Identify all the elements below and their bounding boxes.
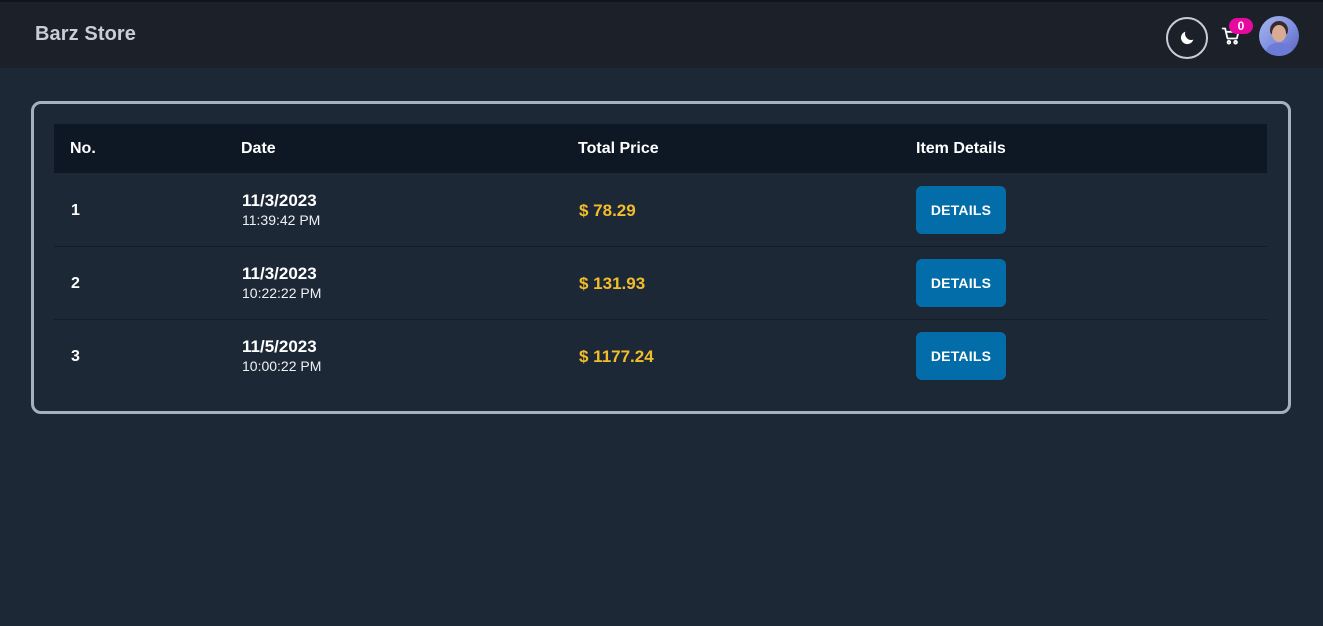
order-total-price: $ 131.93: [579, 274, 646, 293]
order-date: 11/5/2023 10:00:22 PM: [242, 337, 321, 375]
moon-icon: [1180, 31, 1194, 45]
order-time-value: 10:00:22 PM: [242, 358, 322, 374]
column-header-date: Date: [241, 140, 276, 157]
order-date: 11/3/2023 11:39:42 PM: [242, 191, 320, 229]
order-number: 2: [71, 275, 80, 292]
cart-count-badge: 0: [1229, 18, 1253, 34]
column-header-item-details: Item Details: [916, 140, 1006, 157]
order-date-value: 11/5/2023: [242, 337, 317, 356]
order-date-value: 11/3/2023: [242, 264, 317, 283]
column-header-no: No.: [70, 140, 96, 157]
order-number: 1: [71, 202, 80, 219]
table-row: 1 11/3/2023 11:39:42 PM $ 78.29 DETAILS: [54, 174, 1267, 247]
order-date-value: 11/3/2023: [242, 191, 317, 210]
details-button[interactable]: DETAILS: [916, 186, 1006, 234]
order-date: 11/3/2023 10:22:22 PM: [242, 264, 321, 302]
order-total-price: $ 78.29: [579, 201, 636, 220]
order-time-value: 11:39:42 PM: [242, 212, 321, 228]
table-row: 2 11/3/2023 10:22:22 PM $ 131.93 DETAILS: [54, 247, 1267, 320]
theme-toggle-button[interactable]: [1166, 17, 1208, 59]
table-row: 3 11/5/2023 10:00:22 PM $ 1177.24 DETAIL…: [54, 320, 1267, 393]
navbar: Barz Store 0: [0, 0, 1323, 68]
brand-logo-text[interactable]: Barz Store: [35, 23, 136, 46]
details-button[interactable]: DETAILS: [916, 332, 1006, 380]
column-header-total-price: Total Price: [578, 140, 659, 157]
details-button[interactable]: DETAILS: [916, 259, 1006, 307]
order-number: 3: [71, 348, 80, 365]
order-time-value: 10:22:22 PM: [242, 285, 322, 301]
orders-card: No. Date Total Price Item Details 1 11/3…: [31, 101, 1291, 414]
table-header: No. Date Total Price Item Details: [54, 124, 1267, 173]
order-total-price: $ 1177.24: [579, 347, 654, 366]
user-avatar[interactable]: [1259, 16, 1299, 56]
